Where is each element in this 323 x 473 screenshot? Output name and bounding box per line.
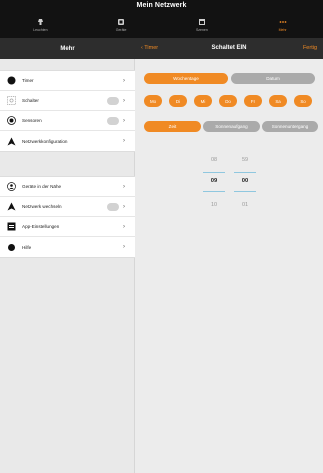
- scene-icon: [197, 17, 206, 26]
- menu-group-1: Timer › Schalter › Sensoren › Netzwerkko…: [0, 70, 135, 152]
- day-sa[interactable]: Sa: [269, 95, 287, 107]
- day-mi[interactable]: Mi: [194, 95, 212, 107]
- menu-item-label: Netzwerk wechseln: [22, 204, 62, 209]
- app-title: Mein Netzwerk: [136, 2, 187, 9]
- weekdays-tab[interactable]: Wochentage: [144, 73, 228, 84]
- app-topbar: Mein Netzwerk Leuchten Geräte Szenen Meh…: [0, 0, 323, 38]
- menu-item-app-einstellungen[interactable]: App-Einstellungen ›: [0, 217, 135, 237]
- menu-item-sensoren[interactable]: Sensoren ›: [0, 111, 135, 131]
- day-so[interactable]: So: [294, 95, 312, 107]
- menu-item-geraete-in-der-naehe[interactable]: Geräte in der Nähe ›: [0, 177, 135, 197]
- nearby-icon: [6, 182, 16, 192]
- tab-label: Geräte: [115, 28, 127, 32]
- tab-label: Leuchten: [33, 28, 48, 32]
- toggle-switch[interactable]: [107, 96, 119, 105]
- chevron-right-icon: ›: [123, 97, 125, 104]
- menu-item-schalter[interactable]: Schalter ›: [0, 91, 135, 111]
- menu-item-netzwerkkonfiguration[interactable]: Netzwerkkonfiguration ›: [0, 131, 135, 151]
- hour-prev[interactable]: 08: [204, 157, 224, 163]
- sensor-icon: [6, 116, 16, 126]
- timer-icon: [6, 76, 16, 86]
- day-do[interactable]: Do: [219, 95, 237, 107]
- picker-divider: [234, 191, 256, 192]
- chevron-right-icon: ›: [123, 77, 125, 84]
- right-panel-title: Schaltet EIN: [211, 45, 247, 51]
- tab-label: Mehr: [278, 28, 287, 32]
- left-panel-title: Mehr: [60, 45, 75, 52]
- day-fr[interactable]: Fr: [244, 95, 262, 107]
- menu-item-netzwerk-wechseln[interactable]: Netzwerk wechseln ›: [0, 197, 135, 217]
- minute-next[interactable]: 01: [235, 202, 255, 208]
- chevron-right-icon: ›: [123, 138, 125, 144]
- device-icon: [117, 17, 126, 26]
- menu-item-timer[interactable]: Timer ›: [0, 71, 135, 91]
- hour-current[interactable]: 09: [204, 178, 224, 184]
- hour-next[interactable]: 10: [204, 202, 224, 208]
- switch-icon: [6, 96, 16, 106]
- day-mo[interactable]: Mo: [144, 95, 162, 107]
- menu-item-hilfe[interactable]: Hilfe ›: [0, 237, 135, 257]
- toggle-switch[interactable]: [107, 202, 119, 211]
- tab-geraete[interactable]: Geräte: [81, 13, 162, 37]
- tab-label: Szenen: [195, 28, 208, 32]
- sunrise-mode-tab[interactable]: Sonnenaufgang: [203, 121, 260, 132]
- chevron-right-icon: ›: [123, 203, 125, 210]
- left-panel-header: Mehr: [0, 38, 135, 59]
- settings-icon: [6, 222, 16, 232]
- sunset-mode-tab[interactable]: Sonnenuntergang: [262, 121, 318, 132]
- menu-item-label: Schalter: [22, 98, 39, 103]
- network-switch-icon: [6, 202, 16, 212]
- menu-item-label: Hilfe: [22, 244, 32, 250]
- chevron-right-icon: ›: [123, 183, 125, 190]
- right-panel-header: ‹ Timer Schaltet EIN Fertig: [135, 38, 323, 59]
- time-mode-tab[interactable]: Zeit: [144, 121, 201, 132]
- day-di[interactable]: Di: [169, 95, 187, 107]
- tab-leuchten[interactable]: Leuchten: [0, 13, 81, 37]
- done-button[interactable]: Fertig: [303, 45, 317, 51]
- more-icon: [278, 17, 287, 26]
- tab-szenen[interactable]: Szenen: [162, 13, 243, 37]
- date-tab[interactable]: Datum: [231, 73, 315, 84]
- help-icon: [6, 242, 16, 252]
- menu-item-label: App-Einstellungen: [22, 224, 60, 229]
- minute-current[interactable]: 00: [235, 178, 255, 184]
- menu-item-label: Netzwerkkonfiguration: [22, 138, 68, 144]
- chevron-right-icon: ›: [123, 244, 125, 250]
- toggle-switch[interactable]: [107, 116, 119, 125]
- picker-divider: [203, 172, 225, 173]
- menu-item-label: Geräte in der Nähe: [22, 184, 62, 189]
- settings-sidebar: Timer › Schalter › Sensoren › Netzwerkko…: [0, 59, 135, 473]
- minute-prev[interactable]: 59: [235, 157, 255, 163]
- menu-item-label: Timer: [22, 78, 34, 83]
- chevron-right-icon: ›: [123, 223, 125, 230]
- chevron-right-icon: ›: [123, 117, 125, 124]
- tab-bar: Leuchten Geräte Szenen Mehr: [0, 13, 323, 37]
- picker-divider: [203, 191, 225, 192]
- tab-mehr[interactable]: Mehr: [242, 13, 323, 37]
- network-icon: [6, 136, 16, 146]
- menu-item-label: Sensoren: [22, 118, 42, 123]
- menu-group-2: Geräte in der Nähe › Netzwerk wechseln ›…: [0, 176, 135, 258]
- picker-divider: [234, 172, 256, 173]
- timer-editor: Wochentage Datum Mo Di Mi Do Fr Sa So Ze…: [135, 59, 323, 473]
- lamp-icon: [36, 17, 45, 26]
